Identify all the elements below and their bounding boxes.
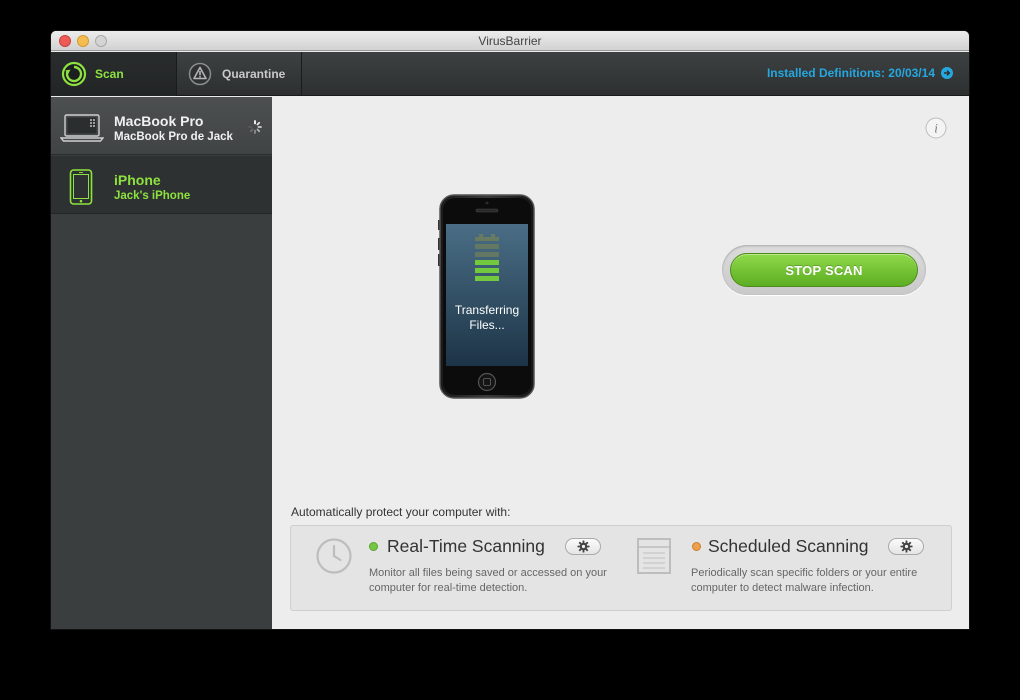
calendar-icon xyxy=(637,538,671,574)
device-sidebar: MacBook Pro MacBook Pro de Jack iPhone J… xyxy=(51,97,272,629)
feature-description: Periodically scan specific folders or yo… xyxy=(691,567,918,594)
device-subtitle: Jack's iPhone xyxy=(114,190,191,202)
protection-options: Real-Time Scanning Monitor all files bei… xyxy=(290,525,952,611)
scan-panel: i Transferring Files... STOP SCAN Automa… xyxy=(272,97,969,629)
gear-icon xyxy=(576,540,590,553)
scan-icon xyxy=(61,61,87,87)
feature-description: Monitor all files being saved or accesse… xyxy=(369,567,607,594)
tab-quarantine-label: Quarantine xyxy=(222,67,286,81)
status-dot xyxy=(692,542,701,551)
stop-scan-button[interactable]: STOP SCAN xyxy=(730,253,918,287)
window-title: VirusBarrier xyxy=(478,34,542,48)
sidebar-item-macbook[interactable]: MacBook Pro MacBook Pro de Jack xyxy=(51,97,272,155)
device-name: MacBook Pro xyxy=(114,113,204,129)
app-window: VirusBarrier Scan Quarantine Installed D… xyxy=(51,31,969,629)
realtime-scanning-option: Real-Time Scanning Monitor all files bei… xyxy=(291,526,621,612)
sidebar-item-iphone[interactable]: iPhone Jack's iPhone xyxy=(51,156,272,214)
device-name: iPhone xyxy=(114,172,161,188)
scheduled-scanning-option: Scheduled Scanning Periodically scan spe… xyxy=(622,526,952,612)
gear-icon xyxy=(899,540,913,553)
tab-quarantine[interactable]: Quarantine xyxy=(178,52,302,96)
scheduled-settings-button[interactable] xyxy=(888,538,924,555)
definitions-link[interactable]: Installed Definitions: 20/03/14 xyxy=(767,66,953,80)
stop-scan-button-well: STOP SCAN xyxy=(722,245,926,295)
svg-text:i: i xyxy=(934,121,938,136)
auto-protect-heading: Automatically protect your computer with… xyxy=(291,505,511,519)
definitions-text: Installed Definitions: 20/03/14 xyxy=(766,66,935,80)
tab-scan-label: Scan xyxy=(95,67,124,81)
toolbar: Scan Quarantine Installed Definitions: 2… xyxy=(51,52,969,96)
transfer-status: Transferring Files... xyxy=(454,303,520,332)
tab-scan[interactable]: Scan xyxy=(51,52,177,96)
iphone-icon xyxy=(69,169,93,205)
spinner-icon xyxy=(248,120,262,134)
status-dot xyxy=(369,542,378,551)
warning-icon xyxy=(188,62,212,86)
realtime-settings-button[interactable] xyxy=(565,538,601,555)
info-icon[interactable]: i xyxy=(925,117,947,139)
arrow-right-circle-icon xyxy=(941,67,953,79)
iphone-illustration xyxy=(438,194,535,399)
title-bar: VirusBarrier xyxy=(51,31,969,51)
clock-icon xyxy=(316,538,352,574)
device-subtitle: MacBook Pro de Jack xyxy=(114,131,233,143)
feature-title: Real-Time Scanning xyxy=(387,536,545,556)
laptop-icon xyxy=(60,114,104,142)
feature-title: Scheduled Scanning xyxy=(708,536,869,556)
